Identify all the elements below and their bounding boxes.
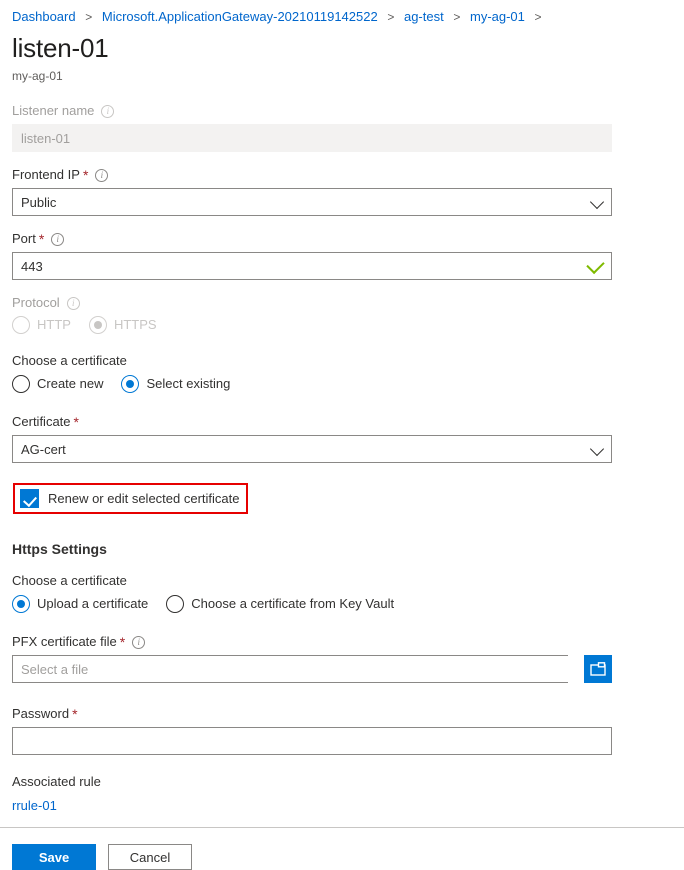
- field-protocol: Protocol i HTTP HTTPS: [12, 294, 672, 334]
- breadcrumb-separator-icon: >: [535, 10, 542, 24]
- radio-label: HTTPS: [114, 316, 157, 334]
- field-password: Password *: [12, 705, 672, 755]
- listener-name-label: Listener name: [12, 102, 94, 120]
- field-https-choose-certificate: Choose a certificate Upload a certificat…: [12, 572, 672, 613]
- form-footer: Save Cancel: [0, 828, 684, 870]
- password-label-row: Password *: [12, 705, 672, 723]
- field-listener-name: Listener name i: [12, 102, 672, 152]
- info-icon[interactable]: i: [95, 169, 108, 182]
- page-header: listen-01 my-ag-01: [0, 26, 684, 84]
- required-marker: *: [120, 636, 125, 648]
- field-port: Port * i: [12, 230, 672, 280]
- radio-select-existing[interactable]: Select existing: [121, 375, 230, 393]
- radio-circle-icon: [12, 316, 30, 334]
- page-title: listen-01: [12, 32, 684, 64]
- radio-upload-certificate[interactable]: Upload a certificate: [12, 595, 148, 613]
- breadcrumb-separator-icon: >: [85, 10, 92, 24]
- field-choose-certificate: Choose a certificate Create new Select e…: [12, 352, 672, 393]
- port-label-row: Port * i: [12, 230, 672, 248]
- field-associated-rule: Associated rule rrule-01: [12, 773, 672, 815]
- certificate-select[interactable]: [12, 435, 612, 463]
- breadcrumb-separator-icon: >: [387, 10, 394, 24]
- radio-label: HTTP: [37, 316, 71, 334]
- associated-rule-label: Associated rule: [12, 773, 672, 791]
- pfx-file-input[interactable]: [12, 655, 568, 683]
- info-icon[interactable]: i: [132, 636, 145, 649]
- field-pfx-certificate-file: PFX certificate file * i: [12, 633, 672, 683]
- radio-circle-selected-icon[interactable]: [12, 595, 30, 613]
- radio-label: Upload a certificate: [37, 595, 148, 613]
- pfx-certificate-file-label: PFX certificate file: [12, 633, 117, 651]
- associated-rule-link[interactable]: rrule-01: [12, 798, 57, 813]
- breadcrumb-item-dashboard[interactable]: Dashboard: [12, 9, 76, 24]
- radio-create-new[interactable]: Create new: [12, 375, 103, 393]
- frontend-ip-select-wrap: [12, 188, 612, 216]
- radio-label: Select existing: [146, 375, 230, 393]
- https-settings-heading: Https Settings: [12, 540, 672, 558]
- radio-protocol-http: HTTP: [12, 316, 71, 334]
- frontend-ip-label-row: Frontend IP * i: [12, 166, 672, 184]
- protocol-radio-group: HTTP HTTPS: [12, 316, 672, 334]
- radio-circle-selected-icon: [89, 316, 107, 334]
- listener-name-label-row: Listener name i: [12, 102, 672, 120]
- field-frontend-ip: Frontend IP * i: [12, 166, 672, 216]
- required-marker: *: [83, 169, 88, 181]
- https-choose-certificate-radio-group: Upload a certificate Choose a certificat…: [12, 595, 672, 613]
- https-choose-certificate-label: Choose a certificate: [12, 572, 672, 590]
- info-icon[interactable]: i: [67, 297, 80, 310]
- radio-circle-icon[interactable]: [166, 595, 184, 613]
- port-input[interactable]: [12, 252, 612, 280]
- frontend-ip-label: Frontend IP: [12, 166, 80, 184]
- listener-settings-form: Listener name i Frontend IP * i Port * i: [0, 84, 684, 828]
- renew-certificate-label: Renew or edit selected certificate: [48, 491, 239, 506]
- breadcrumb-item-resource-group[interactable]: ag-test: [404, 9, 444, 24]
- certificate-select-wrap: [12, 435, 612, 463]
- port-input-wrap: [12, 252, 612, 280]
- breadcrumb-item-deployment[interactable]: Microsoft.ApplicationGateway-20210119142…: [102, 9, 378, 24]
- choose-certificate-radio-group: Create new Select existing: [12, 375, 672, 393]
- radio-label: Choose a certificate from Key Vault: [191, 595, 394, 613]
- protocol-label: Protocol: [12, 294, 60, 312]
- radio-circle-icon[interactable]: [12, 375, 30, 393]
- folder-browse-button[interactable]: [584, 655, 612, 683]
- page-subtitle: my-ag-01: [12, 68, 684, 84]
- info-icon[interactable]: i: [51, 233, 64, 246]
- required-marker: *: [39, 233, 44, 245]
- breadcrumb: Dashboard > Microsoft.ApplicationGateway…: [0, 0, 684, 26]
- radio-label: Create new: [37, 375, 103, 393]
- radio-circle-selected-icon[interactable]: [121, 375, 139, 393]
- breadcrumb-item-gateway[interactable]: my-ag-01: [470, 9, 525, 24]
- required-marker: *: [74, 416, 79, 428]
- breadcrumb-separator-icon: >: [453, 10, 460, 24]
- certificate-label: Certificate: [12, 413, 71, 431]
- pfx-label-row: PFX certificate file * i: [12, 633, 672, 651]
- password-input[interactable]: [12, 727, 612, 755]
- certificate-label-row: Certificate *: [12, 413, 672, 431]
- radio-protocol-https: HTTPS: [89, 316, 157, 334]
- folder-browse-icon: [590, 662, 606, 676]
- protocol-label-row: Protocol i: [12, 294, 672, 312]
- password-label: Password: [12, 705, 69, 723]
- info-icon[interactable]: i: [101, 105, 114, 118]
- required-marker: *: [72, 708, 77, 720]
- renew-certificate-highlight: Renew or edit selected certificate: [13, 483, 248, 514]
- choose-certificate-label: Choose a certificate: [12, 352, 672, 370]
- renew-certificate-checkbox[interactable]: [20, 489, 39, 508]
- pfx-file-row: [12, 655, 612, 683]
- listener-name-input: [12, 124, 612, 152]
- frontend-ip-select[interactable]: [12, 188, 612, 216]
- port-label: Port: [12, 230, 36, 248]
- radio-keyvault-certificate[interactable]: Choose a certificate from Key Vault: [166, 595, 394, 613]
- field-certificate: Certificate *: [12, 413, 672, 463]
